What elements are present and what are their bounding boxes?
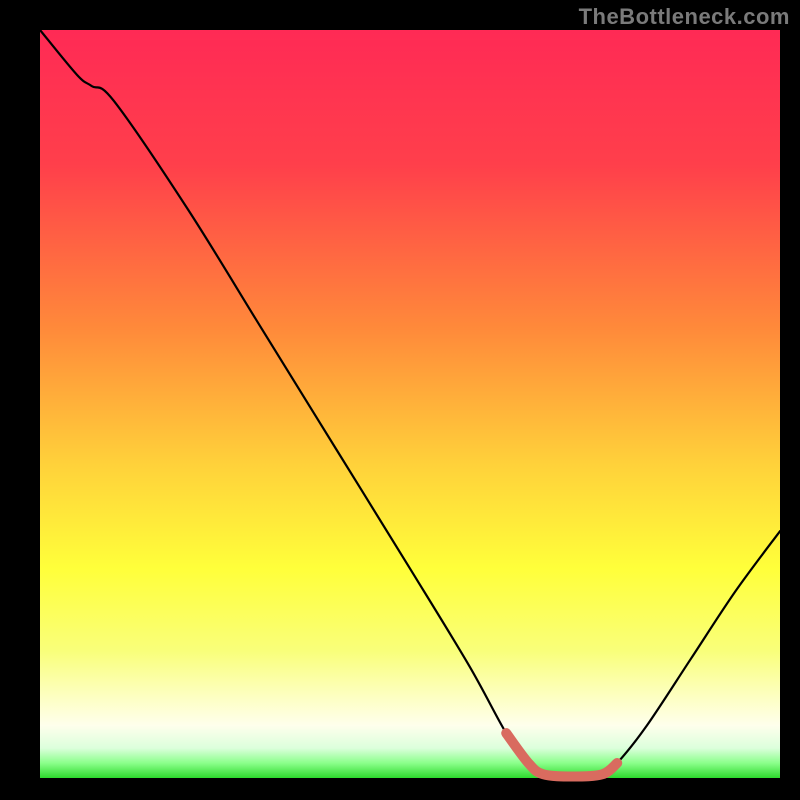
bottleneck-chart [0,0,800,800]
attribution-label: TheBottleneck.com [579,4,790,30]
chart-background [40,30,780,778]
chart-container: TheBottleneck.com [0,0,800,800]
